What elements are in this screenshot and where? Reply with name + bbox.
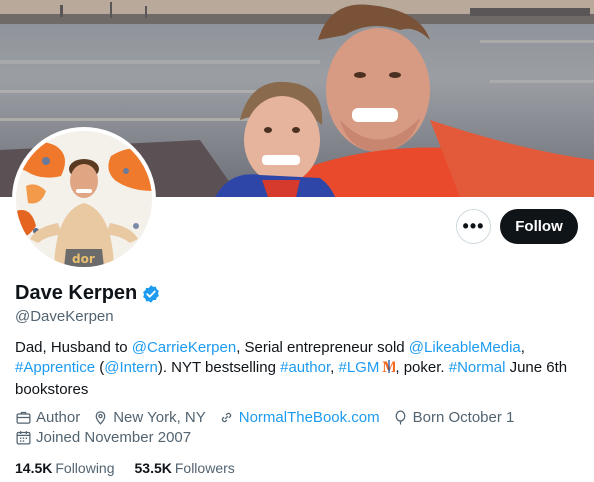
location-pin-icon — [95, 411, 106, 425]
mention-link-intern[interactable]: @Intern — [104, 359, 158, 376]
hashtag-link-lgm[interactable]: #LGM — [339, 359, 380, 376]
more-options-icon: ••• — [462, 216, 485, 236]
calendar-icon — [16, 431, 31, 445]
birthday-item: Born October 1 — [392, 409, 515, 426]
joined-item: Joined November 2007 — [15, 429, 191, 446]
bio-text: Dad, Husband to — [15, 339, 132, 356]
bio-text: , — [520, 339, 525, 356]
mention-link-carriekerpen[interactable]: @CarrieKerpen — [132, 339, 236, 356]
balloon-icon — [395, 410, 406, 425]
following-link[interactable]: 14.5K Following — [15, 460, 115, 476]
profile-name-row: Dave Kerpen — [15, 282, 161, 305]
followers-link[interactable]: 53.5K Followers — [135, 460, 235, 476]
followers-label: Followers — [174, 460, 235, 476]
user-handle: @DaveKerpen — [15, 308, 114, 325]
hashtag-link-normal[interactable]: #Normal — [449, 359, 506, 376]
occupation-item: Author — [15, 409, 80, 426]
profile-meta-row: Author New York, NY NormalTheBook.com Bo… — [15, 409, 526, 426]
birthday-text: Born October 1 — [412, 409, 515, 426]
follow-stats: 14.5K Following 53.5K Followers — [15, 460, 255, 476]
location-item: New York, NY — [92, 409, 206, 426]
svg-text:dor: dor — [72, 252, 95, 266]
bio-text: , — [330, 359, 339, 376]
following-label: Following — [55, 460, 115, 476]
followers-count: 53.5K — [134, 460, 172, 476]
profile-meta-row-joined: Joined November 2007 — [15, 429, 203, 446]
bio-text: , poker. — [395, 359, 449, 376]
website-link[interactable]: NormalTheBook.com — [239, 409, 380, 426]
more-options-button[interactable]: ••• — [456, 209, 491, 244]
verified-badge-icon[interactable] — [141, 284, 161, 304]
website-item[interactable]: NormalTheBook.com — [218, 409, 380, 426]
hashtag-link-author[interactable]: #author — [280, 359, 330, 376]
following-count: 14.5K — [15, 460, 53, 476]
bio-text: , Serial entrepreneur sold — [236, 339, 409, 356]
bio-text: ). NYT bestselling — [157, 359, 281, 376]
link-icon — [221, 412, 231, 423]
profile-avatar[interactable]: dor — [12, 127, 156, 271]
mets-logo-icon: M — [382, 359, 398, 380]
joined-text: Joined November 2007 — [36, 429, 192, 446]
mention-link-likeablemedia[interactable]: @LikeableMedia — [409, 339, 521, 356]
location-text: New York, NY — [113, 409, 206, 426]
hashtag-link-apprentice[interactable]: #Apprentice — [15, 359, 95, 376]
bio-text: ( — [95, 359, 105, 376]
follow-button[interactable]: Follow — [500, 209, 578, 244]
display-name: Dave Kerpen — [15, 282, 138, 304]
profile-bio: Dad, Husband to @CarrieKerpen, Serial en… — [15, 338, 585, 400]
occupation-text: Author — [36, 409, 81, 426]
briefcase-icon — [16, 411, 31, 424]
